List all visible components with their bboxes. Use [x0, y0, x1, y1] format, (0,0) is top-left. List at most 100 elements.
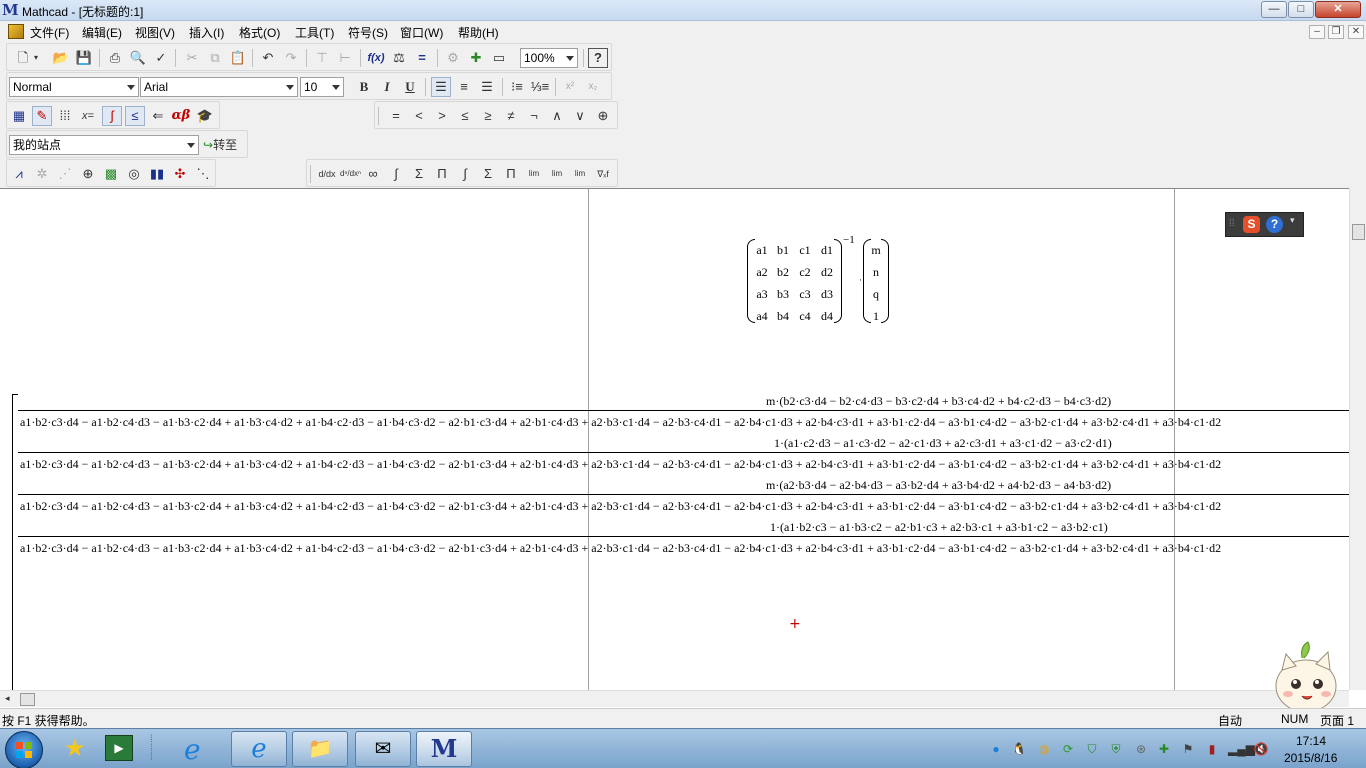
paste-icon[interactable]: 📋: [228, 48, 248, 68]
worksheet[interactable]: a1 b1 c1 d1 a2 b2 c2 d2 a3 b3 c3 d3 a4 b…: [0, 188, 1349, 690]
fraction-denominator[interactable]: a1·b2·c3·d4 − a1·b2·c4·d3 − a1·b3·c2·d4 …: [20, 499, 1221, 514]
indefinite-integral-button[interactable]: ∫: [455, 164, 475, 184]
matrix-cell[interactable]: c3: [794, 287, 816, 302]
evaluation-button[interactable]: x=: [78, 106, 98, 126]
bool-xor-button[interactable]: ⊕: [593, 106, 613, 126]
insert-unit-icon[interactable]: ⚖: [389, 48, 409, 68]
antivirus-shield-icon[interactable]: ⛨: [1108, 741, 1124, 757]
align-across-icon[interactable]: ⊤: [312, 48, 332, 68]
menu-format[interactable]: 格式(O): [239, 24, 280, 41]
fraction-numerator[interactable]: m·(a2·b3·d4 − a2·b4·d3 − a3·b2·d4 + a3·b…: [766, 478, 1111, 493]
matrix-cell[interactable]: b2: [772, 265, 794, 280]
align-right-icon[interactable]: ☰: [477, 77, 497, 97]
vector-cell[interactable]: q: [865, 287, 887, 302]
volume-muted-icon[interactable]: 🔇: [1253, 741, 1269, 757]
open-folder-icon[interactable]: 📂: [51, 48, 71, 68]
bool-or-button[interactable]: ∨: [570, 106, 590, 126]
horizontal-scroll-thumb[interactable]: [20, 693, 35, 706]
xy-plot-icon[interactable]: ⩘: [9, 164, 29, 184]
zoom-plot-icon[interactable]: ⋱: [193, 164, 213, 184]
redo-icon[interactable]: ↷: [281, 48, 301, 68]
calculator-icon[interactable]: ▦: [9, 106, 29, 126]
new-dropdown-icon[interactable]: ▾: [31, 48, 41, 68]
limit-button[interactable]: lim: [524, 164, 544, 184]
fraction-denominator[interactable]: a1·b2·c3·d4 − a1·b2·c4·d3 − a1·b3·c2·d4 …: [20, 457, 1221, 472]
right-limit-button[interactable]: lim: [547, 164, 567, 184]
resource-center-icon[interactable]: ✚: [466, 48, 486, 68]
device-icon[interactable]: ⊛: [1133, 741, 1149, 757]
mdi-minimize-button[interactable]: –: [1309, 25, 1325, 39]
taskbar-ie-button[interactable]: e: [231, 731, 287, 767]
print-icon[interactable]: ⎙: [105, 48, 125, 68]
style-select[interactable]: Normal: [9, 77, 139, 97]
symbolic-icon[interactable]: 🎓: [195, 106, 215, 126]
matrix-cell[interactable]: a3: [751, 287, 773, 302]
spell-check-icon[interactable]: ✓: [151, 48, 171, 68]
bool-greater-equal-button[interactable]: ≥: [478, 106, 498, 126]
font-select[interactable]: Arial: [140, 77, 298, 97]
cut-icon[interactable]: ✂: [182, 48, 202, 68]
taskbar-mail-button[interactable]: ✉: [355, 731, 411, 767]
save-icon[interactable]: 💾: [74, 48, 94, 68]
document-icon[interactable]: [8, 24, 24, 39]
help-circle-icon[interactable]: ?: [1266, 216, 1283, 233]
menu-help[interactable]: 帮助(H): [458, 24, 499, 41]
matrix-cell[interactable]: b1: [772, 243, 794, 258]
3d-scatter-icon[interactable]: ▩: [101, 164, 121, 184]
refresh-icon[interactable]: ⟳: [1060, 741, 1076, 757]
left-limit-button[interactable]: lim: [570, 164, 590, 184]
battery-icon[interactable]: ▮: [1204, 741, 1220, 757]
vector-cell[interactable]: n: [865, 265, 887, 280]
mascot-cat-icon[interactable]: [1268, 640, 1348, 715]
align-down-icon[interactable]: ⊢: [335, 48, 355, 68]
matrix-cell[interactable]: c1: [794, 243, 816, 258]
matrix-cell[interactable]: c2: [794, 265, 816, 280]
vector-field-icon[interactable]: ✣: [170, 164, 190, 184]
matrix-cell[interactable]: a1: [751, 243, 773, 258]
media-player-icon[interactable]: ▶: [105, 735, 133, 761]
bool-not-equal-button[interactable]: ≠: [501, 106, 521, 126]
ime-toolbar[interactable]: ⁞⁞ S ? ▾: [1225, 212, 1304, 237]
plus-icon[interactable]: ✚: [1156, 741, 1172, 757]
bool-equal-button[interactable]: =: [386, 106, 406, 126]
qq-penguin-icon[interactable]: 🐧: [1011, 741, 1027, 757]
taskbar-mathcad-button[interactable]: M: [416, 731, 472, 767]
notify-icon[interactable]: ◍: [1036, 741, 1052, 757]
mdi-restore-button[interactable]: ❐: [1328, 25, 1344, 39]
taskbar-explorer-button[interactable]: 📁: [292, 731, 348, 767]
sogou-s-icon[interactable]: S: [1243, 216, 1260, 233]
boolean-icon[interactable]: ≤: [125, 106, 145, 126]
print-preview-icon[interactable]: 🔍: [128, 48, 148, 68]
clock-date[interactable]: 2015/8/16: [1284, 751, 1337, 765]
fraction-numerator[interactable]: 1·(a1·c2·d3 − a1·c3·d2 − a2·c1·d3 + a2·c…: [774, 436, 1112, 451]
drag-handle-icon[interactable]: ⁞⁞: [1229, 218, 1235, 229]
bool-less-equal-button[interactable]: ≤: [455, 106, 475, 126]
insert-function-icon[interactable]: f(x): [366, 48, 386, 68]
coefficient-matrix[interactable]: a1 b1 c1 d1 a2 b2 c2 d2 a3 b3 c3 d3 a4 b…: [747, 239, 842, 323]
font-size-select[interactable]: 10: [300, 77, 344, 97]
graph-icon[interactable]: ✎: [32, 106, 52, 126]
mdi-close-button[interactable]: ✕: [1348, 25, 1364, 39]
underline-button[interactable]: U: [400, 77, 420, 97]
matrix-cell[interactable]: d4: [816, 309, 838, 324]
gradient-button[interactable]: ∇ₓf: [593, 164, 613, 184]
surface-plot-icon[interactable]: ⋰: [55, 164, 75, 184]
vertical-scroll-thumb[interactable]: [1352, 224, 1365, 240]
infinity-button[interactable]: ∞: [363, 164, 383, 184]
bool-and-button[interactable]: ∧: [547, 106, 567, 126]
menu-arrow-icon[interactable]: ▾: [1290, 215, 1295, 226]
window-icon[interactable]: ▭: [489, 48, 509, 68]
rhs-vector[interactable]: m n q 1: [863, 239, 889, 323]
matrix-icon[interactable]: ⁞⁞⁞: [55, 106, 75, 126]
ie-icon[interactable]: e: [184, 733, 201, 766]
italic-button[interactable]: I: [377, 77, 397, 97]
start-button[interactable]: [5, 731, 43, 768]
horizontal-scrollbar[interactable]: ◂: [0, 690, 1349, 707]
matrix-cell[interactable]: a4: [751, 309, 773, 324]
range-sum-button[interactable]: Σ: [478, 164, 498, 184]
menu-tools[interactable]: 工具(T): [295, 24, 334, 41]
programming-icon[interactable]: ⇐: [148, 106, 168, 126]
fraction-denominator[interactable]: a1·b2·c3·d4 − a1·b2·c4·d3 − a1·b3·c2·d4 …: [20, 415, 1221, 430]
contour-icon[interactable]: ◎: [124, 164, 144, 184]
help-button[interactable]: ?: [588, 48, 608, 68]
